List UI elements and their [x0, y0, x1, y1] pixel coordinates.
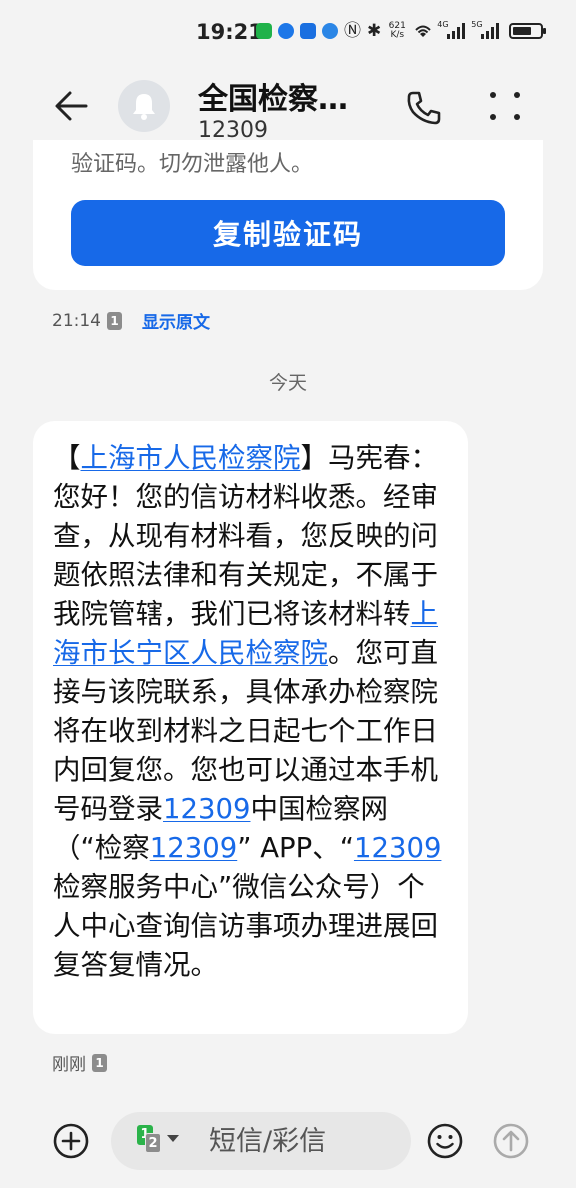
message-time: 刚刚	[52, 1055, 86, 1075]
smiley-icon	[427, 1123, 463, 1159]
avatar[interactable]	[118, 80, 170, 132]
compose-field-container: 1 2	[111, 1112, 411, 1170]
sim-2-badge: 2	[145, 1133, 161, 1153]
arrow-left-icon	[55, 91, 88, 121]
message-text: 【上海市人民检察院】马宪春：您好！您的信访材料收悉。经审查，从现有材料看，您反映…	[53, 442, 442, 981]
add-attachment-button[interactable]	[52, 1122, 90, 1160]
bluetooth-icon: ✱	[367, 21, 382, 41]
status-bar: 19:21 Ⓝ ✱ 621 K/s 4G 5G	[0, 0, 576, 66]
sim-badge: 1	[107, 311, 122, 330]
emoji-button[interactable]	[426, 1122, 464, 1160]
compose-bar: 1 2	[0, 1096, 576, 1188]
link-phone-12309[interactable]: 12309	[163, 793, 250, 825]
bell-icon	[133, 94, 155, 120]
wechat-notification-icon	[256, 23, 272, 39]
date-divider: 今天	[268, 372, 307, 394]
previous-message-bubble: 验证码。切勿泄露他人。 复制验证码	[33, 140, 543, 290]
browser-notification-icon	[278, 23, 294, 39]
previous-message-text: 验证码。切勿泄露他人。	[71, 152, 314, 177]
caret-down-icon	[167, 1135, 179, 1142]
show-original-link[interactable]: 显示原文	[142, 308, 210, 333]
cell-signal-1-icon: 4G	[437, 20, 466, 39]
send-button[interactable]	[492, 1122, 530, 1160]
more-options-button[interactable]	[488, 88, 522, 124]
app-notification-icon-2	[322, 23, 338, 39]
link-phone-12309-app[interactable]: 12309	[150, 832, 237, 864]
back-button[interactable]	[52, 86, 92, 126]
app-notification-icon	[300, 23, 316, 39]
plus-circle-icon	[53, 1123, 89, 1159]
call-button[interactable]	[404, 88, 444, 128]
link-phone-12309-service[interactable]: 12309	[354, 832, 441, 864]
status-icons: Ⓝ ✱ 621 K/s 4G 5G	[256, 20, 547, 41]
copy-verification-code-button[interactable]: 复制验证码	[71, 200, 505, 266]
message-time: 21:14	[52, 310, 101, 331]
wifi-icon	[415, 25, 431, 37]
status-time: 19:21	[196, 20, 263, 44]
message-bubble[interactable]: 【上海市人民检察院】马宪春：您好！您的信访材料收悉。经审查，从现有材料看，您反映…	[33, 421, 468, 1034]
network-speed: 621 K/s	[388, 21, 406, 40]
phone-icon	[407, 91, 441, 125]
nfc-icon: Ⓝ	[344, 21, 361, 41]
previous-message-meta: 21:14 1 显示原文	[52, 308, 210, 334]
message-input[interactable]	[209, 1123, 399, 1159]
sim-selector[interactable]: 1 2	[137, 1125, 179, 1157]
battery-icon	[509, 23, 547, 39]
sim-badge: 1	[92, 1053, 107, 1072]
message-meta: 刚刚 1	[52, 1050, 107, 1075]
link-procuratorate[interactable]: 上海市人民检察院	[81, 442, 301, 474]
contact-name: 全国检察…	[198, 82, 348, 117]
cell-signal-2-icon: 5G	[471, 20, 500, 39]
send-arrow-up-icon	[493, 1123, 529, 1159]
